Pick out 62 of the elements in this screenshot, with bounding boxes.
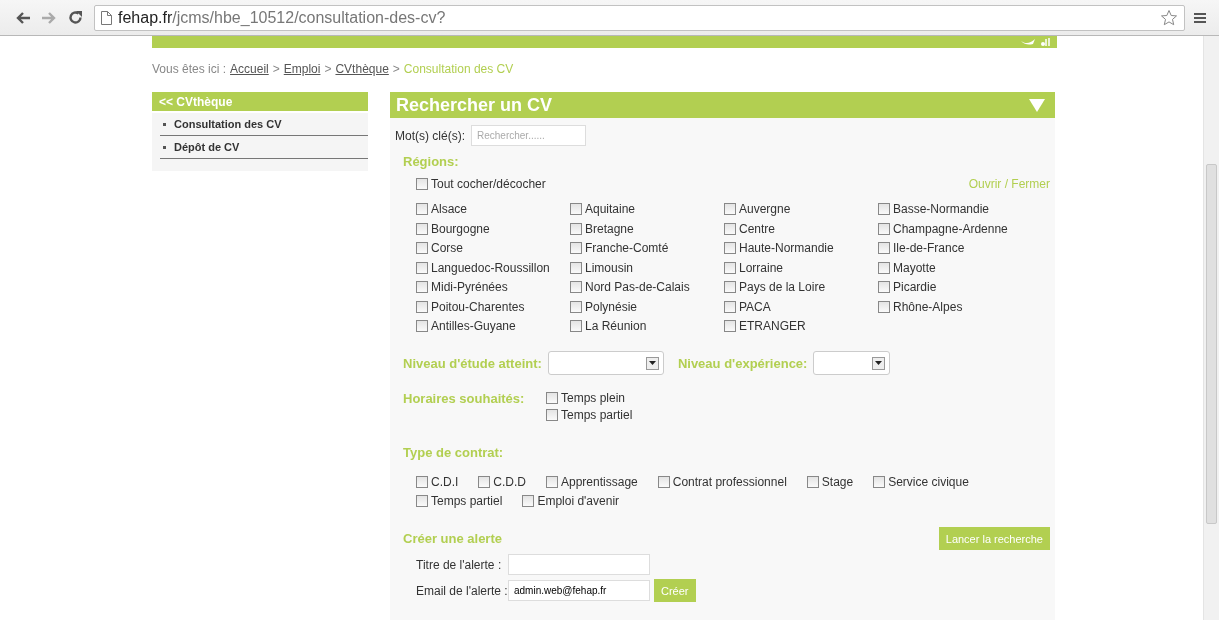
breadcrumb-separator: > — [324, 62, 332, 78]
breadcrumb-separator: > — [392, 62, 400, 78]
keywords-label: Mot(s) clé(s): — [395, 128, 465, 143]
alert-email-label: Email de l'alerte : — [416, 583, 508, 598]
checkbox-label: Pays de la Loire — [739, 280, 826, 295]
hours-label: Horaires souhaités: — [403, 390, 526, 406]
contract-heading: Type de contrat: — [403, 445, 504, 460]
checkbox-label: ETRANGER — [739, 319, 806, 334]
checkbox-label: Centre — [739, 221, 776, 236]
checkbox-label: Stage — [821, 474, 854, 489]
address-bar[interactable]: fehap.fr/jcms/hbe_10512/consultation-des-cv? — [94, 4, 1185, 31]
checkbox-label: Corse — [431, 241, 463, 256]
panel-title: Rechercher un CV — [396, 94, 553, 116]
checkbox-label: Franche-Comté — [585, 241, 669, 256]
study-level-label: Niveau d'étude atteint: — [403, 355, 542, 371]
sidebar-item[interactable]: Dépôt de CV — [160, 136, 368, 159]
checkbox-label: Antilles-Guyane — [431, 319, 516, 334]
checkbox-label: PACA — [739, 299, 771, 314]
checkbox-label: Haute-Normandie — [739, 241, 834, 256]
checkbox-label: C.D.D — [493, 474, 526, 489]
checkbox-label: Auvergne — [739, 202, 791, 217]
keywords-field[interactable]: Rechercher...... — [471, 125, 586, 146]
checkbox-label: Temps plein — [561, 390, 626, 405]
checkbox-label: Alsace — [431, 202, 468, 217]
checkbox-label: Basse-Normandie — [893, 202, 990, 217]
checkbox-label: Mayotte — [893, 260, 936, 275]
alert-title-label: Titre de l'alerte : — [416, 557, 503, 572]
checkbox-label: Champagne-Ardenne — [893, 221, 1008, 236]
checkbox-label: Picardie — [893, 280, 937, 295]
alert-email-field[interactable]: admin.web@fehap.fr — [508, 580, 650, 601]
breadcrumb-link[interactable]: Accueil — [230, 62, 269, 92]
sidebar-item[interactable]: Consultation des CV — [160, 113, 368, 136]
breadcrumb-current: Consultation des CV — [403, 62, 514, 78]
checkbox-label: Emploi d'avenir — [537, 494, 620, 509]
checkbox-label: Lorraine — [739, 260, 784, 275]
checkbox-label: La Réunion — [585, 319, 647, 334]
checkbox-label: Temps partiel — [561, 407, 633, 422]
alert-heading: Créer une alerte — [403, 531, 502, 546]
checkbox-label: Apprentissage — [561, 474, 638, 489]
checkbox-label: Bourgogne — [431, 221, 490, 236]
experience-label: Niveau d'expérience: — [677, 355, 808, 371]
checkbox-label: Ile-de-France — [893, 241, 965, 256]
checkbox-label: C.D.I — [431, 474, 459, 489]
breadcrumb-separator: > — [272, 62, 280, 78]
checkbox-label: Poitou-Charentes — [431, 299, 525, 314]
checkbox-label: Polynésie — [585, 299, 638, 314]
checkbox-label: Service civique — [888, 474, 969, 489]
checkbox-label: Rhône-Alpes — [893, 299, 963, 314]
checkbox-label: Limousin — [585, 260, 634, 275]
checkbox-label: Bretagne — [585, 221, 634, 236]
checkbox-label: Tout cocher/décocher — [431, 176, 546, 191]
checkbox-label: Languedoc-Roussillon — [431, 260, 550, 275]
checkbox-label: Midi-Pyrénées — [431, 280, 508, 295]
regions-heading: Régions: — [403, 154, 459, 169]
breadcrumb-link[interactable]: CVthèque — [335, 62, 389, 92]
breadcrumb-label: Vous êtes ici : — [152, 62, 227, 78]
checkbox-label: Contrat professionnel — [672, 474, 787, 489]
checkbox-label: Nord Pas-de-Calais — [585, 280, 690, 295]
checkbox-label: Temps partiel — [431, 494, 503, 509]
url-text: fehap.fr/jcms/hbe_10512/consultation-des-cv? — [118, 8, 446, 27]
breadcrumb-link[interactable]: Emploi — [283, 62, 321, 92]
checkbox-label: Aquitaine — [585, 202, 636, 217]
